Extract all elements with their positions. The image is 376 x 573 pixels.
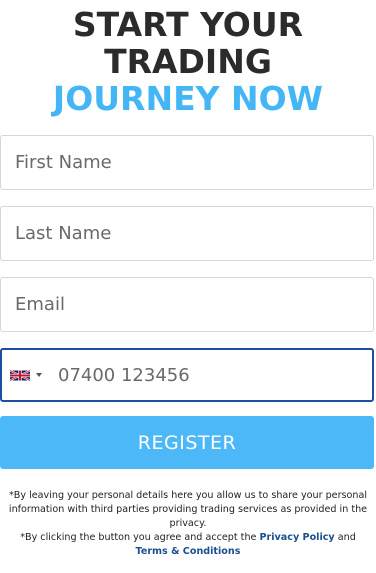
headline-line-2: TRADING (104, 42, 272, 81)
privacy-notice: *By leaving your personal details here y… (8, 490, 368, 529)
email-input[interactable] (1, 278, 373, 331)
headline-line-1: START YOUR (72, 5, 304, 44)
phone-input[interactable] (46, 350, 372, 400)
register-button[interactable]: REGISTER (0, 416, 374, 469)
first-name-input[interactable] (1, 136, 373, 189)
consent-and: and (334, 532, 356, 543)
terms-conditions-link[interactable]: Terms & Conditions (136, 546, 241, 557)
registration-form: REGISTER (0, 135, 374, 469)
uk-flag-icon (10, 369, 30, 381)
last-name-field-wrapper (0, 206, 374, 261)
email-field-wrapper (0, 277, 374, 332)
caret-down-icon (36, 373, 42, 377)
privacy-policy-link[interactable]: Privacy Policy (259, 532, 334, 543)
page-headline: START YOUR TRADING JOURNEY NOW (0, 0, 376, 117)
consent-notice: *By clicking the button you agree and ac… (4, 531, 372, 559)
last-name-input[interactable] (1, 207, 373, 260)
headline-line-3: JOURNEY NOW (52, 79, 324, 118)
phone-field-wrapper (0, 348, 374, 402)
disclaimer: *By leaving your personal details here y… (4, 489, 372, 559)
consent-prefix: *By clicking the button you agree and ac… (20, 532, 260, 543)
first-name-field-wrapper (0, 135, 374, 190)
country-code-select[interactable] (2, 350, 46, 400)
registration-page: START YOUR TRADING JOURNEY NOW First Nam… (0, 0, 376, 573)
